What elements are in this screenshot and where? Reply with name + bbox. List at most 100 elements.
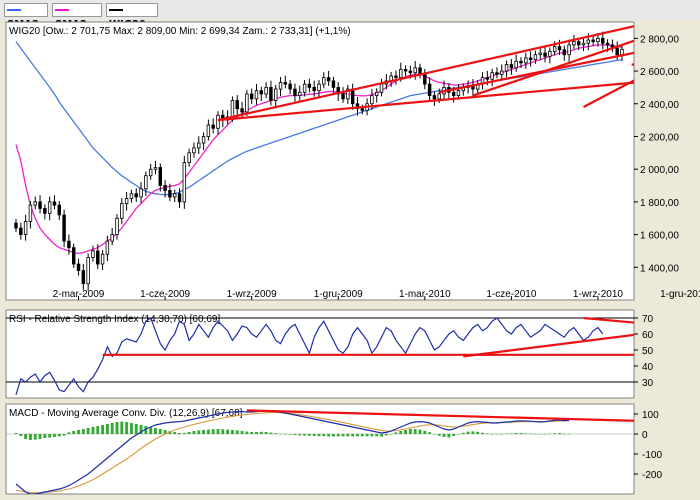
y-tick-label: 100 — [642, 410, 659, 421]
candle-body — [264, 87, 268, 95]
candle-body — [567, 44, 571, 56]
x-tick-label: 1-wrz-2010 — [573, 289, 623, 300]
candle-body — [71, 247, 76, 265]
macd-hist-bar — [548, 433, 552, 435]
macd-hist-bar — [14, 433, 18, 434]
candle-body — [211, 124, 215, 129]
macd-hist-bar — [53, 434, 56, 437]
macd-hist-bar — [24, 434, 28, 439]
macd-hist-bar — [452, 434, 456, 436]
macd-hist-bar — [442, 434, 446, 437]
macd-hist-bar — [72, 431, 76, 434]
candle-body — [105, 240, 110, 255]
candle-body — [437, 93, 441, 100]
candle-body — [298, 91, 302, 96]
candle-body — [485, 77, 490, 80]
macd-hist-bar — [259, 431, 263, 434]
macd-hist-bar — [240, 431, 244, 434]
candle-body — [576, 41, 581, 46]
candle-body — [374, 91, 379, 96]
candle-body — [153, 167, 158, 170]
candle-body — [293, 88, 297, 96]
macd-hist-bar — [529, 433, 533, 435]
candle-body — [360, 108, 365, 111]
candle-body — [230, 100, 235, 118]
candle-body — [76, 263, 81, 271]
candle-body — [115, 217, 119, 235]
candle-body — [408, 70, 413, 74]
candle-body — [120, 203, 124, 219]
candle-body — [172, 193, 177, 198]
macd-hist-bar — [336, 434, 340, 437]
candle-body — [331, 80, 336, 88]
candle-body — [240, 108, 244, 113]
candle-body — [81, 270, 86, 285]
y-tick-label: -200 — [642, 470, 662, 481]
macd-hist-bar — [533, 434, 537, 435]
candle-body — [134, 193, 138, 198]
macd-hist-bar — [553, 433, 557, 434]
macd-hist-bar — [91, 427, 95, 434]
macd-hist-bar — [418, 429, 422, 434]
candle-body — [322, 77, 326, 85]
y-tick-label: 2 600,00 — [640, 67, 679, 78]
macd-hist-bar — [384, 434, 388, 436]
macd-hist-bar — [125, 422, 129, 434]
panel-title: RSI - Relative Strength Index (14,30,70)… — [9, 314, 220, 325]
macd-hist-bar — [389, 434, 393, 435]
macd-hist-bar — [485, 433, 489, 434]
candle-body — [124, 198, 129, 204]
panel-title: MACD - Moving Average Conv. Div. (12,26,… — [9, 408, 243, 419]
macd-hist-bar — [48, 434, 52, 438]
candle-body — [495, 72, 499, 75]
macd-hist-bar — [105, 424, 109, 434]
macd-hist-bar — [404, 430, 408, 434]
macd-hist-bar — [471, 431, 475, 434]
macd-hist-bar — [211, 429, 215, 434]
macd-hist-bar — [399, 431, 403, 434]
macd-hist-bar — [461, 432, 465, 434]
macd-hist-bar — [264, 432, 268, 434]
candle-body — [548, 51, 552, 57]
y-tick-label: 60 — [642, 330, 654, 341]
macd-hist-bar — [129, 423, 133, 434]
y-tick-label: 70 — [642, 314, 654, 325]
macd-hist-bar — [226, 429, 230, 434]
candle-body — [52, 201, 57, 206]
candle-body — [509, 64, 514, 69]
candle-body — [451, 91, 456, 96]
macd-hist-bar — [115, 422, 119, 434]
candle-body — [394, 75, 398, 79]
macd-hist-bar — [360, 434, 364, 437]
candle-body — [326, 77, 331, 82]
x-tick-label: 1-gru-2009 — [314, 289, 363, 300]
candle-body — [586, 39, 591, 44]
panel-title: WIG20 [Otw.: 2 701,75 Max: 2 809,00 Min:… — [9, 26, 351, 37]
candle-body — [86, 257, 90, 285]
macd-hist-bar — [307, 434, 311, 436]
candle-body — [413, 67, 417, 74]
macd-hist-bar — [101, 425, 105, 434]
macd-hist-bar — [481, 432, 484, 434]
macd-hist-bar — [303, 434, 307, 436]
macd-hist-bar — [375, 434, 379, 437]
macd-hist-bar — [490, 434, 494, 435]
panel-1: 30 40 50 60 70 RSI - Relative Strength Index … — [5, 309, 654, 399]
candle-body — [543, 52, 547, 57]
macd-hist-bar — [110, 423, 114, 434]
candle-body — [47, 201, 52, 214]
macd-hist-bar — [81, 429, 85, 434]
macd-hist-bar — [432, 434, 436, 435]
macd-hist-bar — [269, 432, 273, 434]
candle-body — [129, 193, 134, 200]
x-tick-label: 1-mar-2010 — [399, 289, 451, 300]
macd-hist-bar — [245, 431, 249, 434]
macd-hist-bar — [77, 430, 80, 434]
macd-hist-bar — [341, 434, 345, 437]
macd-hist-bar — [317, 434, 321, 437]
macd-hist-bar — [408, 429, 412, 434]
macd-hist-bar — [437, 434, 441, 436]
candle-body — [110, 234, 114, 242]
y-tick-label: 0 — [642, 430, 648, 441]
candle-body — [427, 83, 432, 96]
